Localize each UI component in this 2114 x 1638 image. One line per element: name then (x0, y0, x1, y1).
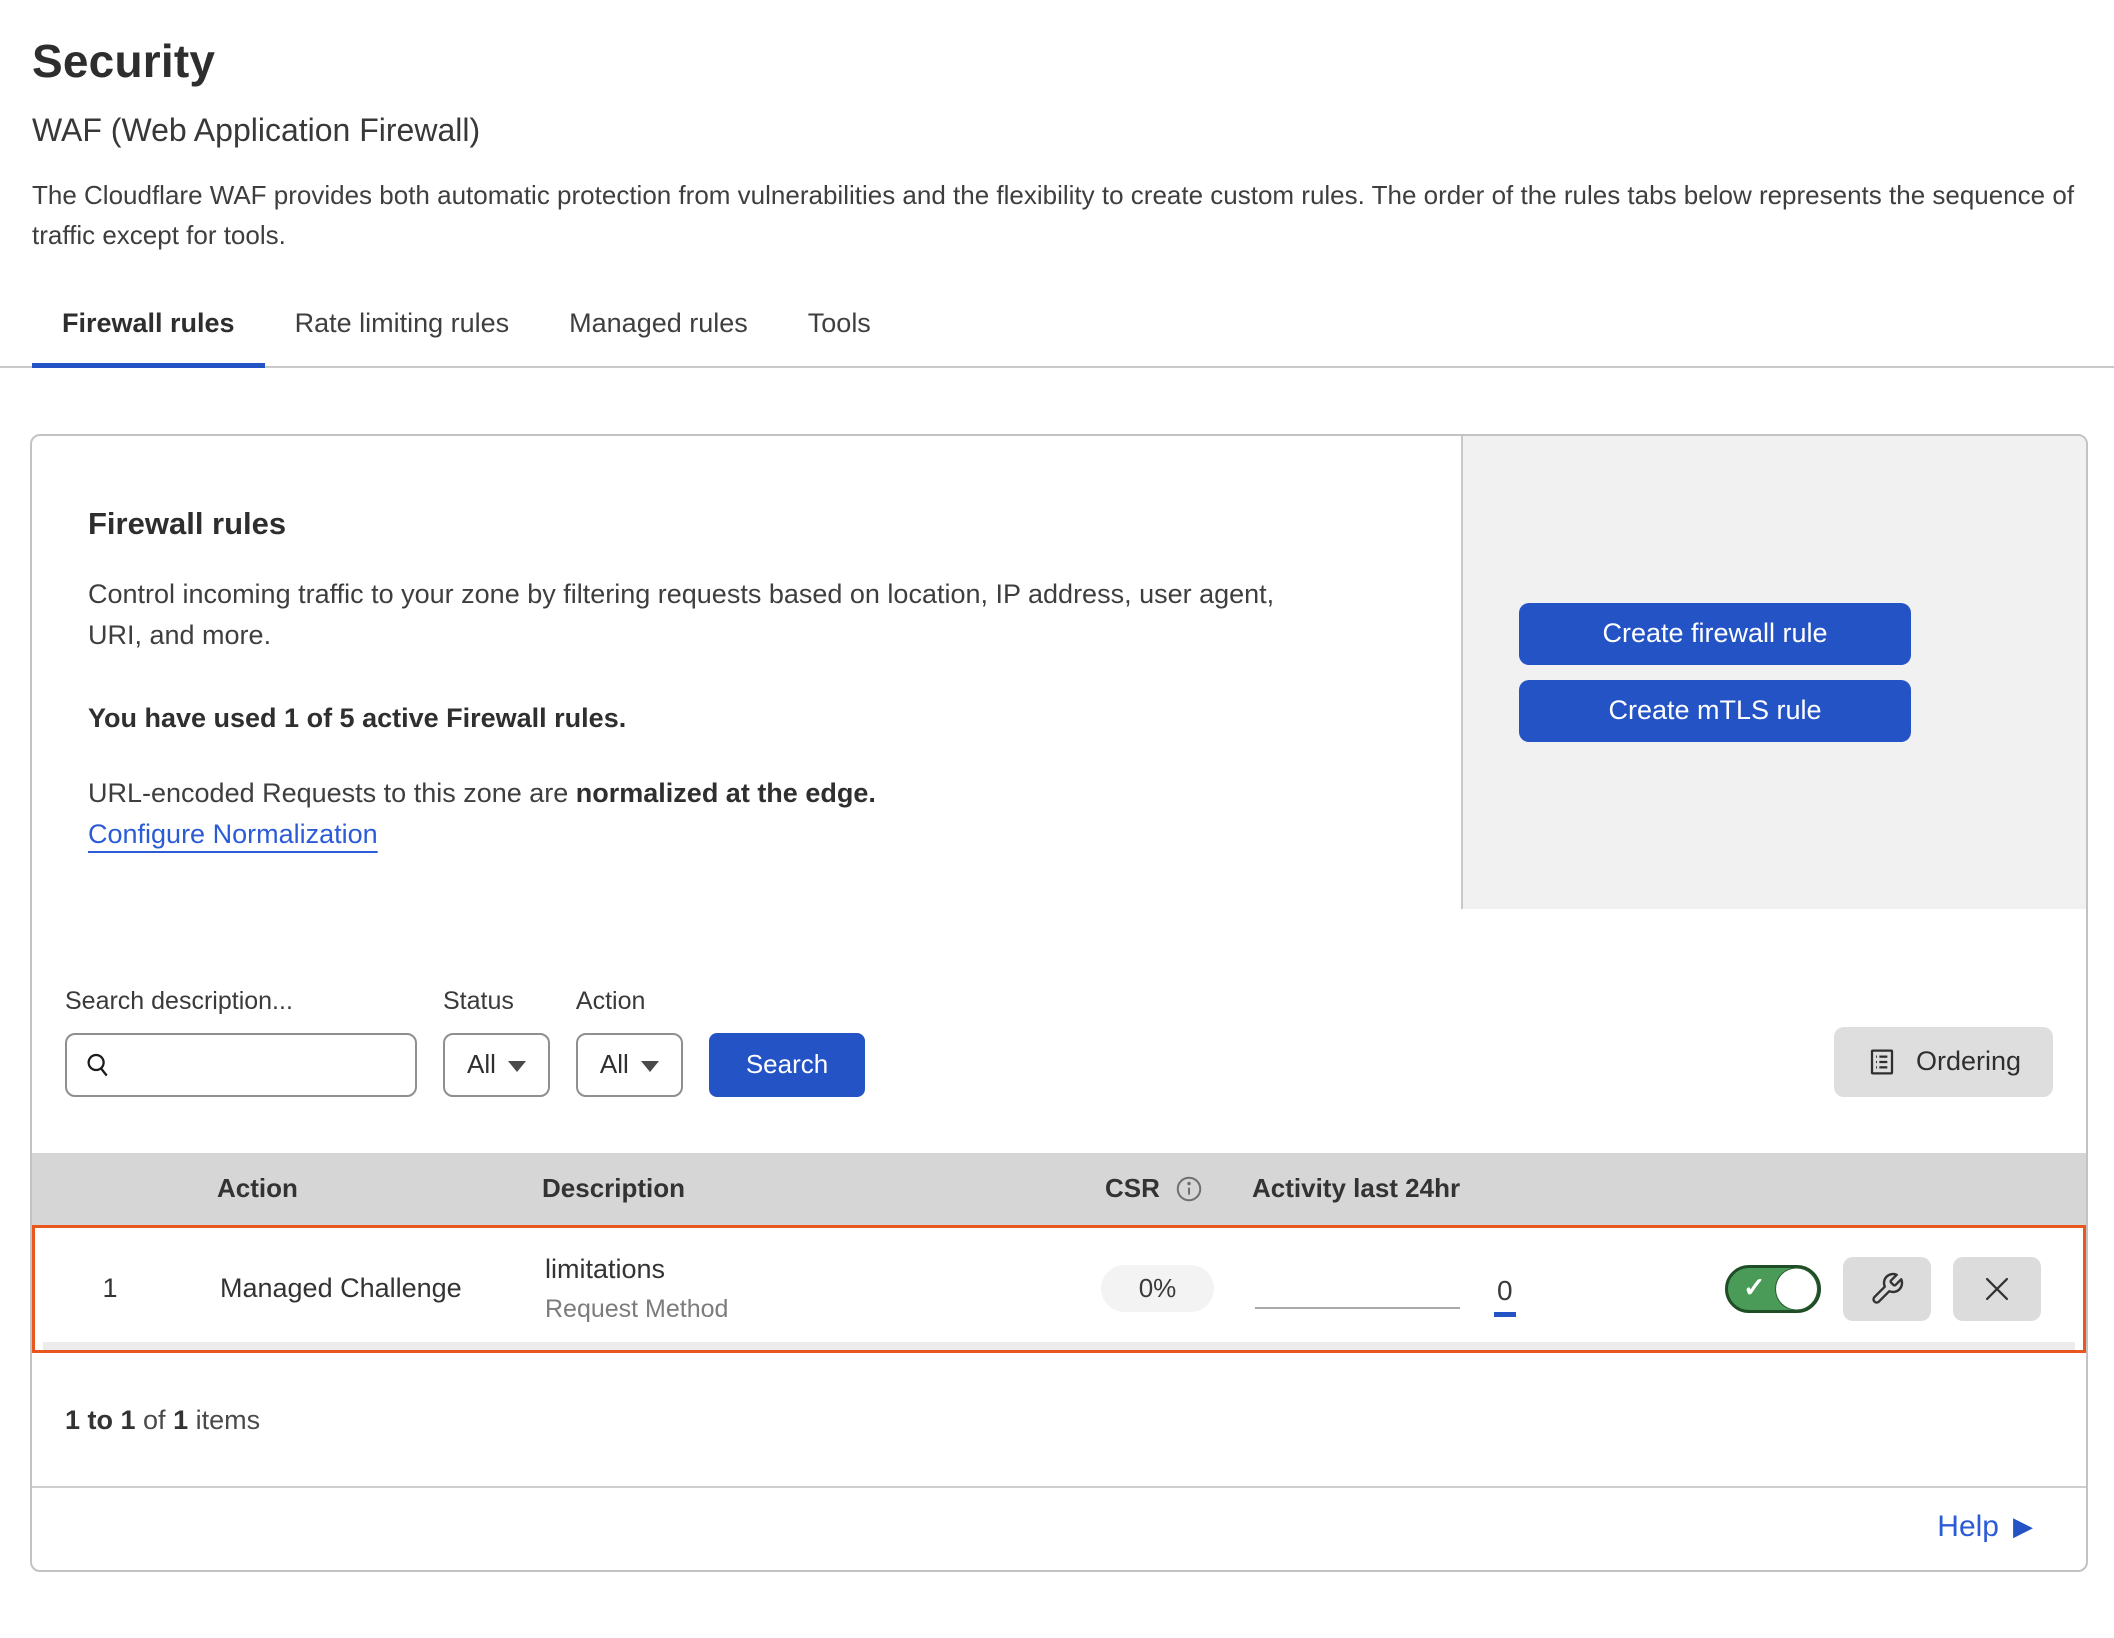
column-header-csr: CSR (1057, 1173, 1252, 1204)
rule-description: limitations (545, 1254, 1060, 1285)
status-select-value: All (467, 1049, 496, 1080)
search-filter-group: Search description... (65, 987, 417, 1097)
intro-heading: Firewall rules (88, 506, 1405, 542)
help-row: Help ▶ (32, 1486, 2086, 1570)
normalization-note-bold: normalized at the edge. (576, 778, 876, 808)
pagination-of: of (136, 1405, 174, 1435)
action-filter-group: Action All (576, 987, 683, 1097)
rule-expression: Request Method (545, 1295, 1060, 1324)
status-label: Status (443, 987, 550, 1016)
rule-action: Managed Challenge (185, 1273, 515, 1304)
page-title: Security (32, 34, 2082, 88)
tab-tools[interactable]: Tools (778, 300, 901, 368)
chevron-down-icon (641, 1061, 659, 1072)
search-button[interactable]: Search (709, 1033, 865, 1097)
create-firewall-rule-button[interactable]: Create firewall rule (1519, 603, 1911, 665)
edit-rule-button[interactable] (1843, 1257, 1931, 1321)
csr-badge: 0% (1101, 1265, 1215, 1312)
normalization-note: URL-encoded Requests to this zone are no… (88, 778, 1405, 809)
firewall-rules-intro-section: Firewall rules Control incoming traffic … (32, 436, 2086, 909)
page-header: Security WAF (Web Application Firewall) … (0, 0, 2114, 256)
action-label: Action (576, 987, 683, 1016)
status-filter-group: Status All (443, 987, 550, 1097)
ordering-list-icon (1866, 1046, 1898, 1078)
tab-managed-rules[interactable]: Managed rules (539, 300, 778, 368)
search-icon (83, 1050, 113, 1080)
rules-table-header: Action Description CSR Activity last 24h… (32, 1153, 2086, 1225)
page-subtitle: WAF (Web Application Firewall) (32, 112, 2082, 149)
create-rule-panel: Create firewall rule Create mTLS rule (1461, 436, 2086, 909)
normalization-note-text: URL-encoded Requests to this zone are (88, 778, 576, 808)
ordering-button[interactable]: Ordering (1834, 1027, 2053, 1097)
tab-rate-limiting-rules[interactable]: Rate limiting rules (265, 300, 540, 368)
rule-controls: ✓ (1645, 1257, 2083, 1321)
column-header-action: Action (182, 1173, 512, 1204)
ordering-button-label: Ordering (1916, 1046, 2021, 1077)
help-link-label: Help (1937, 1510, 1999, 1544)
create-mtls-rule-button[interactable]: Create mTLS rule (1519, 680, 1911, 742)
arrow-right-icon: ▶ (2013, 1511, 2033, 1542)
table-row[interactable]: 1 Managed Challenge limitations Request … (32, 1225, 2086, 1353)
pagination-items: items (188, 1405, 260, 1435)
page-description: The Cloudflare WAF provides both automat… (32, 175, 2082, 256)
rule-enabled-toggle[interactable]: ✓ (1725, 1265, 1821, 1313)
toggle-knob (1776, 1268, 1817, 1309)
check-icon: ✓ (1743, 1272, 1766, 1303)
intro-text-block: Firewall rules Control incoming traffic … (32, 436, 1461, 909)
column-header-activity: Activity last 24hr (1252, 1173, 1642, 1204)
pagination-summary: 1 to 1 of 1 items (32, 1353, 2086, 1486)
action-select[interactable]: All (576, 1033, 683, 1097)
firewall-rules-card: Firewall rules Control incoming traffic … (30, 434, 2088, 1572)
pagination-range: 1 to 1 (65, 1405, 136, 1435)
activity-count-link[interactable]: 0 (1494, 1275, 1516, 1317)
search-description-label: Search description... (65, 987, 417, 1016)
rule-csr-cell: 0% (1060, 1265, 1255, 1312)
delete-rule-button[interactable] (1953, 1257, 2041, 1321)
usage-summary: You have used 1 of 5 active Firewall rul… (88, 703, 1405, 734)
info-icon[interactable] (1174, 1174, 1204, 1204)
pagination-total: 1 (173, 1405, 188, 1435)
search-input-box[interactable] (65, 1033, 417, 1097)
intro-body: Control incoming traffic to your zone by… (88, 574, 1318, 658)
rule-priority: 1 (35, 1273, 185, 1304)
help-link[interactable]: Help ▶ (1937, 1510, 2033, 1544)
activity-sparkline (1255, 1307, 1460, 1309)
waf-tab-bar: Firewall rules Rate limiting rules Manag… (0, 300, 2114, 368)
column-header-csr-label: CSR (1105, 1173, 1160, 1204)
rules-filter-bar: Search description... Status All Action (32, 909, 2086, 1153)
tab-firewall-rules[interactable]: Firewall rules (32, 300, 265, 368)
configure-normalization-link[interactable]: Configure Normalization (88, 819, 378, 850)
action-select-value: All (600, 1049, 629, 1080)
chevron-down-icon (508, 1061, 526, 1072)
status-select[interactable]: All (443, 1033, 550, 1097)
column-header-description: Description (512, 1173, 1057, 1204)
search-input[interactable] (127, 1050, 449, 1079)
table-horizontal-scrollbar[interactable] (43, 1342, 2075, 1350)
rule-description-cell: limitations Request Method (515, 1254, 1060, 1324)
rule-activity-cell: 0 (1255, 1261, 1645, 1317)
wrench-icon (1869, 1271, 1905, 1307)
close-icon (1980, 1272, 2014, 1306)
